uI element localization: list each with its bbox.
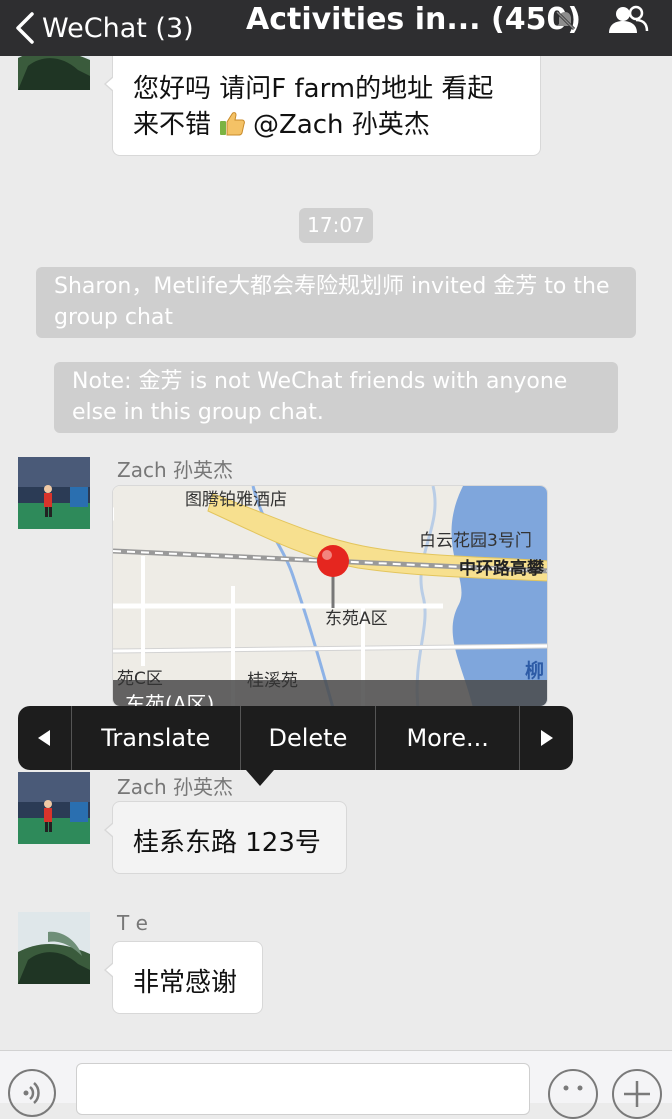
triangle-left-icon bbox=[38, 730, 51, 746]
location-map bbox=[113, 486, 547, 706]
sender-name-3: Zach 孙英杰 bbox=[117, 775, 233, 799]
sender-name-2: Zach 孙英杰 bbox=[117, 458, 233, 482]
map-label-xi: 桂溪苑 bbox=[247, 671, 298, 691]
chat-title: Activities in... (450) bbox=[246, 2, 582, 37]
mute-bell-icon bbox=[555, 10, 576, 31]
location-message-bubble[interactable]: 图腾铂雅酒店 白云花园3号门 中环路高攀 东苑A区 苑C区 桂溪苑 柳 东苑(A… bbox=[112, 485, 548, 707]
message-bubble-3[interactable]: 桂系东路 123号 bbox=[104, 801, 347, 874]
message-text-4: 非常感谢 bbox=[133, 968, 238, 998]
message-text-1-line2b: @Zach 孙英杰 bbox=[253, 110, 430, 140]
map-label-hotel: 图腾铂雅酒店 bbox=[185, 490, 287, 510]
menu-item-delete[interactable]: Delete bbox=[241, 706, 377, 770]
location-caption: 东苑(A区) bbox=[125, 692, 215, 707]
system-message-note-text: Note: 金芳 is not WeChat friends with anyo… bbox=[72, 369, 568, 425]
avatar-zach-2[interactable] bbox=[18, 772, 90, 844]
system-message-invite: Sharon，Metlife大都会寿险规划师 invited 金芳 to the… bbox=[36, 267, 636, 338]
back-label: WeChat (3) bbox=[42, 12, 194, 44]
timestamp-pill: 17:07 bbox=[299, 208, 373, 243]
nav-bar: WeChat (3) Activities in... (450) bbox=[0, 0, 672, 56]
menu-item-more[interactable]: More... bbox=[376, 706, 521, 770]
system-message-note: Note: 金芳 is not WeChat friends with anyo… bbox=[54, 362, 618, 433]
message-text-1-line1: 您好吗 请问F farm的地址 看起 bbox=[133, 74, 494, 104]
map-label-pin: 东苑A区 bbox=[325, 609, 388, 629]
plus-icon bbox=[624, 1081, 650, 1107]
message-bubble-1[interactable]: 您好吗 请问F farm的地址 看起 来不错 @Zach 孙英杰 bbox=[104, 56, 541, 156]
message-text-3: 桂系东路 123号 bbox=[133, 828, 321, 858]
sender-name-4: T e bbox=[117, 911, 148, 935]
system-message-invite-text: Sharon，Metlife大都会寿险规划师 invited 金芳 to the… bbox=[54, 274, 610, 330]
more-options-button[interactable] bbox=[612, 1069, 662, 1119]
voice-input-button[interactable] bbox=[8, 1069, 56, 1117]
back-button[interactable]: WeChat (3) bbox=[14, 6, 194, 50]
menu-next-button[interactable] bbox=[520, 706, 573, 770]
menu-item-translate[interactable]: Translate bbox=[72, 706, 241, 770]
avatar-zach[interactable] bbox=[18, 457, 90, 529]
thumbs-up-emoji-icon bbox=[220, 111, 245, 135]
map-label-road: 中环路高攀 bbox=[459, 559, 544, 579]
avatar-te-2[interactable] bbox=[18, 912, 90, 984]
triangle-right-icon bbox=[540, 730, 553, 746]
emoji-button[interactable] bbox=[548, 1069, 598, 1119]
menu-prev-button[interactable] bbox=[18, 706, 72, 770]
map-label-liu: 柳 bbox=[525, 660, 545, 682]
timestamp-text: 17:07 bbox=[307, 213, 365, 237]
golf-avatar-image bbox=[18, 772, 90, 844]
input-bar bbox=[0, 1050, 672, 1119]
map-label-c: 苑C区 bbox=[117, 669, 163, 689]
smiley-icon bbox=[563, 1085, 583, 1091]
voice-wave-icon bbox=[23, 1082, 40, 1104]
message-bubble-4[interactable]: 非常感谢 bbox=[104, 941, 263, 1014]
map-label-gate: 白云花园3号门 bbox=[419, 531, 532, 551]
context-menu-pointer bbox=[246, 770, 274, 786]
chevron-left-icon bbox=[16, 12, 34, 44]
context-menu: Translate Delete More... bbox=[18, 706, 573, 770]
message-input[interactable] bbox=[76, 1063, 530, 1115]
message-text-1-line2a: 来不错 bbox=[133, 110, 212, 140]
group-members-icon[interactable] bbox=[606, 4, 650, 36]
wave-avatar-image bbox=[18, 912, 90, 984]
golf-avatar-image bbox=[18, 457, 90, 529]
